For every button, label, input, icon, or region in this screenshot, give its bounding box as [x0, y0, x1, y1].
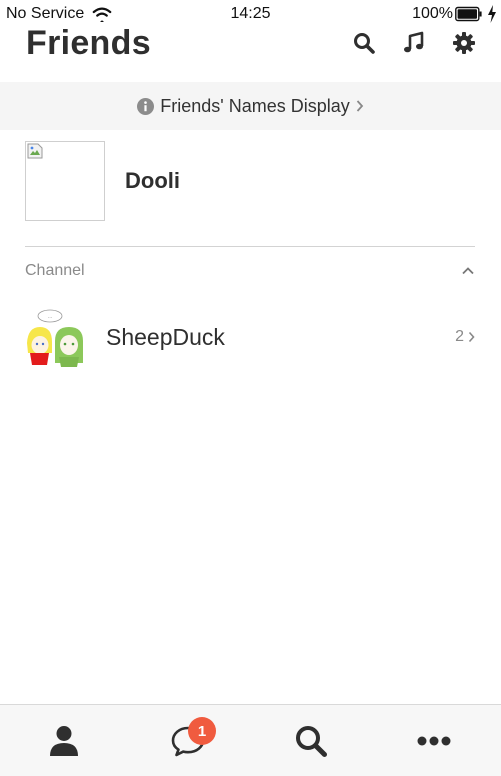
- search-icon: [295, 726, 327, 757]
- section-label: Channel: [25, 262, 85, 279]
- tab-bar: 1: [0, 704, 501, 776]
- broken-image-icon: [27, 143, 43, 159]
- charging-icon: [488, 5, 496, 23]
- channel-name: SheepDuck: [106, 323, 225, 350]
- tab-more[interactable]: [371, 705, 496, 776]
- channel-count: 2: [455, 328, 475, 346]
- unread-badge: 1: [188, 717, 216, 745]
- tab-search[interactable]: [248, 705, 373, 776]
- tab-friends[interactable]: [1, 705, 126, 776]
- chevron-right-icon: [468, 331, 475, 343]
- music-note-icon: [404, 31, 424, 53]
- svg-text:...: ...: [48, 314, 53, 320]
- channel-count-value: 2: [455, 328, 464, 345]
- channel-avatar[interactable]: ...: [25, 307, 85, 367]
- list-item[interactable]: ... SheepDuck 2: [25, 306, 475, 368]
- channel-section-header[interactable]: Channel: [25, 258, 475, 284]
- divider: [25, 246, 475, 247]
- banner-label: Friends' Names Display: [160, 95, 350, 116]
- chevron-up-icon: [462, 267, 474, 275]
- page-title: Friends: [26, 24, 151, 62]
- settings-button[interactable]: [451, 30, 477, 56]
- search-button[interactable]: [351, 30, 377, 56]
- music-button[interactable]: [401, 30, 427, 56]
- profile-avatar[interactable]: [25, 141, 105, 221]
- my-profile-row[interactable]: Dooli: [25, 141, 475, 221]
- more-icon: [417, 736, 450, 746]
- info-icon: [137, 97, 155, 115]
- battery-percent: 100%: [412, 5, 453, 22]
- channel-avatar-image: ...: [27, 309, 83, 367]
- names-display-banner[interactable]: Friends' Names Display: [0, 82, 501, 130]
- gear-icon: [453, 32, 475, 54]
- person-icon: [49, 726, 78, 756]
- search-icon: [354, 33, 375, 54]
- header: Friends: [0, 24, 501, 80]
- battery-icon: [455, 6, 482, 22]
- tab-chats[interactable]: 1: [125, 705, 250, 776]
- chevron-right-icon: [356, 100, 363, 112]
- profile-name: Dooli: [125, 168, 180, 193]
- status-right: 100%: [412, 5, 497, 23]
